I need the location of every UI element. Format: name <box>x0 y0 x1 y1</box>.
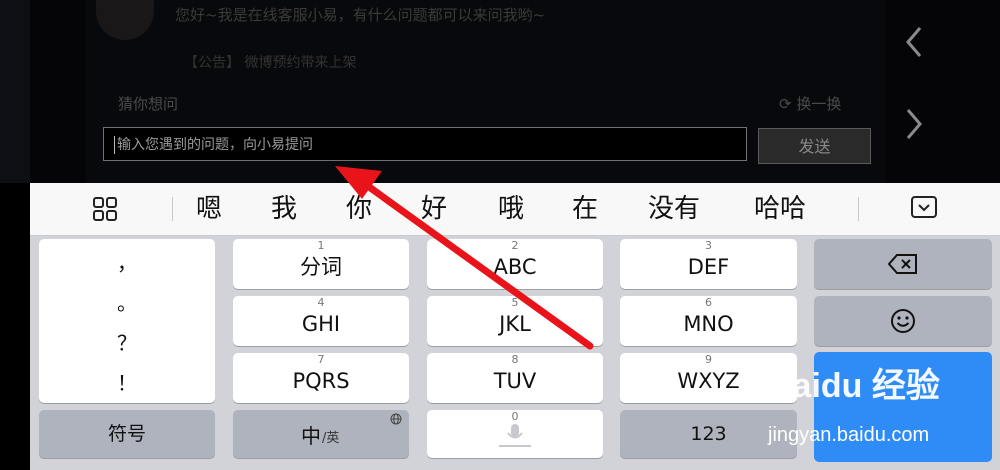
candidate-word[interactable]: 嗯 <box>196 193 222 225</box>
key-label: ABC <box>493 255 537 279</box>
candidate-word[interactable]: 哦 <box>498 193 524 225</box>
chevron-right-icon[interactable] <box>904 108 924 146</box>
key-label: GHI <box>301 312 341 336</box>
lang-main-label: 中 <box>301 424 321 448</box>
refresh-button[interactable]: ⟳ 换一换 <box>779 93 841 114</box>
space-key[interactable]: 0 <box>427 410 603 458</box>
punct-comma[interactable]: ， <box>39 247 215 276</box>
question-input[interactable]: 输入您遇到的问题，向小易提问 <box>103 127 747 161</box>
baidu-logo: Baidu 经验 <box>768 367 940 405</box>
candidate-bar: 嗯 我 你 好 哦 在 没有 哈哈 <box>30 183 1000 236</box>
microphone-icon <box>499 424 531 447</box>
guess-label: 猜你想问 <box>118 95 179 113</box>
refresh-icon: ⟳ <box>779 95 797 113</box>
question-input-placeholder: 输入您遇到的问题，向小易提问 <box>117 137 313 153</box>
watermark-url: jingyan.baidu.com <box>768 424 930 446</box>
punctuation-list[interactable]: ， 。 ？ ！ <box>39 239 215 403</box>
symbol-key[interactable]: 符号 <box>39 410 215 458</box>
backspace-key[interactable] <box>814 239 992 289</box>
refresh-label: 换一换 <box>796 95 842 113</box>
send-button[interactable]: 发送 <box>758 128 871 164</box>
emoji-key[interactable] <box>814 296 992 346</box>
bot-greeting: 您好~我是在线客服小易，有什么问题都可以来问我哟~ <box>175 6 546 24</box>
key-label: 符号 <box>107 423 146 445</box>
lang-sub-label: /英 <box>322 431 340 446</box>
candidate-word[interactable]: 在 <box>572 193 598 225</box>
language-switch-key[interactable]: 中 /英 <box>233 410 409 458</box>
punct-exclaim[interactable]: ！ <box>39 367 215 396</box>
candidate-word[interactable]: 你 <box>346 193 372 225</box>
punct-period[interactable]: 。 <box>39 287 215 316</box>
chat-window: 您好~我是在线客服小易，有什么问题都可以来问我哟~ 【公告】 微博预约带来上架 … <box>0 0 1000 183</box>
key-number: 5 <box>511 296 519 309</box>
candidate-word[interactable]: 我 <box>271 193 297 225</box>
key-2-abc[interactable]: 2 ABC <box>427 239 603 289</box>
left-edge <box>0 0 30 183</box>
candidate-word[interactable]: 没有 <box>648 193 700 225</box>
key-number: 1 <box>317 239 325 252</box>
smiley-icon <box>891 309 915 333</box>
chevron-left-icon[interactable] <box>904 26 924 64</box>
text-caret <box>114 136 115 154</box>
key-number: 2 <box>511 239 519 252</box>
globe-icon <box>390 413 402 425</box>
key-7-pqrs[interactable]: 7 PQRS <box>233 353 409 403</box>
key-number: 4 <box>317 296 325 309</box>
baidu-watermark: Baidu 经验 jingyan.baidu.com <box>768 358 940 446</box>
key-number: 3 <box>705 239 712 252</box>
key-8-tuv[interactable]: 8 TUV <box>427 353 603 403</box>
key-label: JKL <box>499 312 531 336</box>
key-label: 分词 <box>300 255 342 279</box>
grid-menu-icon[interactable] <box>92 196 118 222</box>
key-5-jkl[interactable]: 5 JKL <box>427 296 603 346</box>
key-3-def[interactable]: 3 DEF <box>620 239 797 289</box>
announcement[interactable]: 【公告】 微博预约带来上架 <box>184 52 356 72</box>
key-label: MNO <box>683 312 734 336</box>
key-number: 7 <box>317 353 325 366</box>
key-6-mno[interactable]: 6 MNO <box>620 296 797 346</box>
key-label: PQRS <box>292 369 350 393</box>
candidate-word[interactable]: 哈哈 <box>754 193 806 225</box>
key-label: DEF <box>687 255 730 279</box>
punct-question[interactable]: ？ <box>39 327 215 356</box>
collapse-keyboard-icon[interactable] <box>910 195 938 219</box>
divider <box>858 197 859 221</box>
divider <box>172 197 173 221</box>
candidate-word[interactable]: 好 <box>421 193 447 225</box>
key-label: TUV <box>493 369 537 393</box>
backspace-icon <box>887 254 917 274</box>
key-number: 8 <box>511 353 519 366</box>
key-4-ghi[interactable]: 4 GHI <box>233 296 409 346</box>
key-number: 6 <box>705 296 712 309</box>
key-1-fenci[interactable]: 1 分词 <box>233 239 409 289</box>
